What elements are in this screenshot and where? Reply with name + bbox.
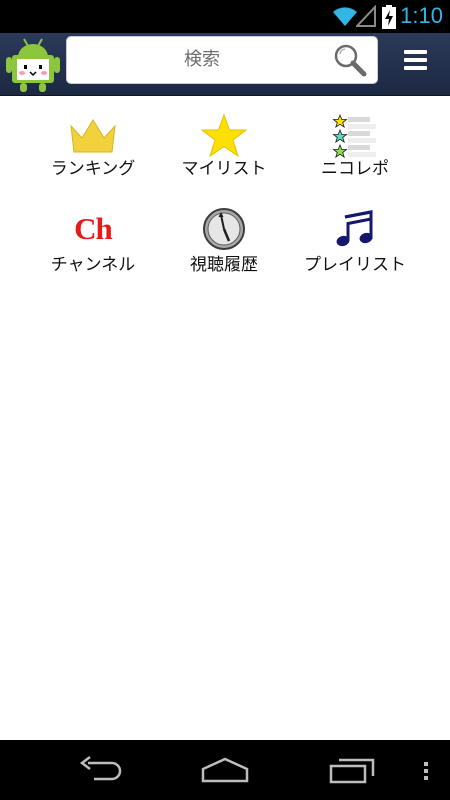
signal-icon	[354, 4, 376, 31]
home-icon[interactable]	[200, 754, 250, 790]
magnifier-icon[interactable]	[333, 43, 367, 81]
menu-item-playlist[interactable]: プレイリスト	[280, 205, 430, 300]
menu-item-ranking[interactable]: ランキング	[18, 112, 168, 207]
overflow-menu-icon[interactable]	[420, 754, 432, 790]
menu-label: チャンネル	[50, 255, 136, 275]
menu-item-channel[interactable]: Ch チャンネル	[18, 205, 168, 300]
menu-label: プレイリスト	[304, 255, 406, 275]
status-bar: 1:10	[0, 0, 450, 33]
battery-charging-icon	[382, 5, 396, 33]
search-placeholder: 検索	[184, 49, 220, 70]
niconico-android-logo-icon[interactable]	[4, 35, 62, 97]
menu-item-nicorepo[interactable]: ニコレポ	[280, 112, 430, 207]
star-list-icon	[280, 112, 430, 160]
menu-label: マイリスト	[181, 159, 267, 179]
back-icon[interactable]	[78, 754, 124, 790]
screen: 1:10 検索 ランキング マイリスト ニコレポ Ch チャンネル 視聴履歴 プ…	[0, 0, 450, 800]
star-icon	[149, 112, 299, 160]
crown-icon	[18, 112, 168, 160]
search-input[interactable]: 検索	[66, 36, 378, 84]
channel-icon-text: Ch	[74, 211, 113, 246]
menu-label: 視聴履歴	[190, 255, 258, 275]
status-clock: 1:10	[400, 3, 443, 28]
menu-label: ニコレポ	[321, 159, 389, 179]
clock-icon	[149, 205, 299, 253]
recent-apps-icon[interactable]	[328, 754, 376, 790]
menu-label: ランキング	[50, 159, 136, 179]
menu-item-history[interactable]: 視聴履歴	[149, 205, 299, 300]
navigation-bar	[0, 740, 450, 800]
hamburger-menu-icon[interactable]	[398, 45, 432, 79]
app-header: 検索	[0, 33, 450, 96]
channel-icon: Ch	[18, 205, 168, 253]
wifi-icon	[332, 5, 358, 31]
menu-item-mylist[interactable]: マイリスト	[149, 112, 299, 207]
music-note-icon	[280, 205, 430, 253]
